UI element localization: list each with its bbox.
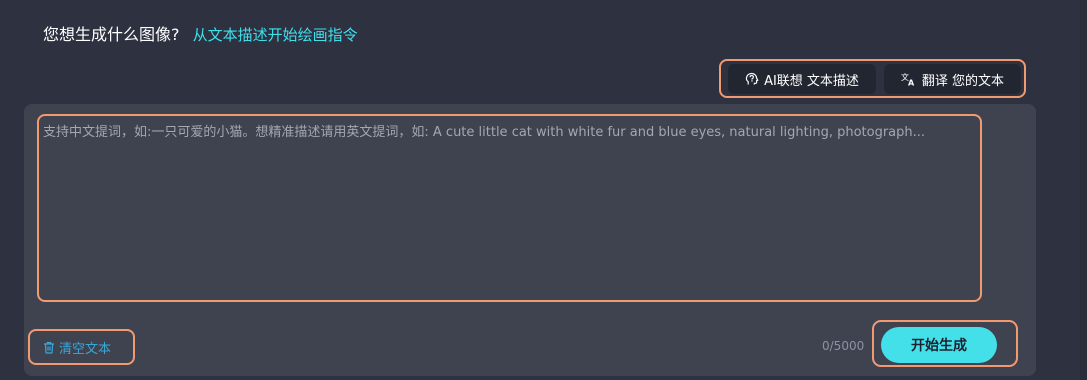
clear-text-label: 清空文本	[59, 341, 112, 357]
translate-label: 翻译 您的文本	[921, 73, 1005, 89]
describe-hint-link[interactable]: 从文本描述开始绘画指令	[193, 26, 358, 44]
page-title: 您想生成什么图像? 从文本描述开始绘画指令	[43, 24, 358, 46]
ai-expand-button[interactable]: AI联想 文本描述	[728, 64, 876, 94]
image-generation-prompt-ui: 您想生成什么图像? 从文本描述开始绘画指令 AI联想 文本描述 文 A 翻译 您…	[0, 0, 1087, 380]
trash-icon	[43, 341, 55, 354]
brain-head-icon	[745, 72, 759, 86]
scroll-edge	[1080, 0, 1087, 380]
title-question: 您想生成什么图像?	[43, 25, 180, 44]
ai-expand-label: AI联想 文本描述	[764, 73, 859, 89]
prompt-field-frame	[37, 114, 982, 302]
translate-icon: 文 A	[901, 72, 917, 86]
generate-button[interactable]: 开始生成	[881, 327, 997, 363]
character-counter: 0/5000	[822, 339, 865, 353]
svg-text:A: A	[908, 79, 915, 87]
prompt-input[interactable]	[39, 116, 980, 300]
clear-text-button[interactable]: 清空文本	[28, 329, 135, 365]
translate-button[interactable]: 文 A 翻译 您的文本	[884, 64, 1021, 94]
